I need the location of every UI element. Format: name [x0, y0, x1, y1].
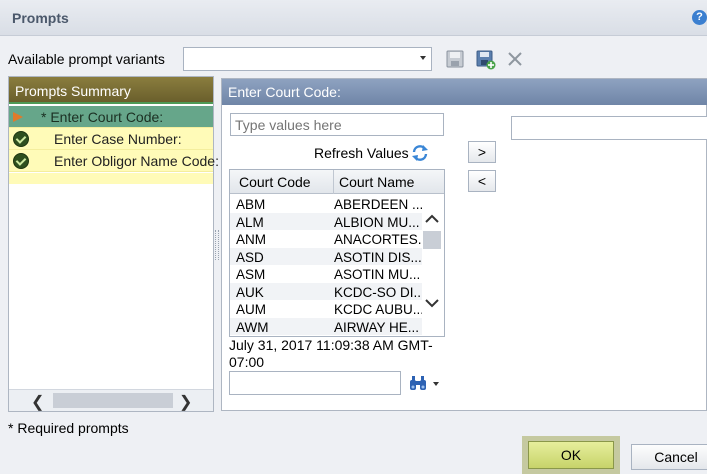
summary-item-case-number[interactable]: Enter Case Number: [9, 128, 213, 150]
table-row[interactable]: ASD ASOTIN DIS... [230, 247, 422, 265]
cell-court-name: ALBION MU... [334, 214, 420, 230]
table-row[interactable]: ASM ASOTIN MU... [230, 265, 422, 283]
search-input[interactable] [230, 113, 444, 136]
chevron-down-icon [420, 56, 426, 60]
column-divider [333, 170, 334, 194]
table-row[interactable]: ABM ABERDEEN ... [230, 195, 424, 213]
cell-court-name: KCDC AUBU... [334, 302, 425, 317]
window-title: Prompts [12, 10, 69, 26]
variants-label: Available prompt variants [8, 51, 165, 67]
scroll-thumb[interactable] [53, 393, 173, 408]
chevron-up-icon[interactable] [425, 214, 439, 224]
cell-court-name: AIRWAY HE... [334, 319, 420, 335]
summary-item-court-code[interactable]: * Enter Court Code: [9, 106, 213, 128]
scroll-right-icon[interactable]: ❯ [179, 392, 192, 412]
summary-item-label: Enter Obligor Name Code: [54, 153, 219, 169]
cell-court-name: ANACORTES... [334, 232, 430, 247]
cell-court-code: ASM [236, 267, 266, 282]
summary-spacer [9, 173, 213, 184]
remove-selected-button[interactable]: < [468, 170, 496, 192]
table-row[interactable]: AUK KCDC-SO DI... [230, 282, 425, 300]
binoculars-icon[interactable] [409, 375, 427, 391]
table-row[interactable]: ANM ANACORTES... [230, 230, 429, 248]
help-icon[interactable]: ? [692, 10, 707, 25]
refresh-values-label[interactable]: Refresh Values [314, 145, 409, 161]
selected-values-box[interactable] [511, 116, 707, 140]
ok-button[interactable]: OK [528, 441, 614, 469]
prompts-summary-panel: Prompts Summary * Enter Court Code: Ente… [8, 76, 219, 412]
cell-court-code: ALM [236, 214, 264, 230]
panel-splitter[interactable] [215, 230, 219, 260]
table-row[interactable]: AUM KCDC AUBU... [230, 300, 425, 318]
save-as-icon[interactable] [474, 48, 496, 70]
arrow-right-icon [13, 112, 23, 122]
court-header: Enter Court Code: [222, 79, 707, 105]
table-header: Court Code Court Name [230, 170, 444, 194]
summary-header: Prompts Summary [9, 77, 213, 104]
search-options-chevron-icon[interactable] [433, 382, 439, 386]
cell-court-code: AWM [236, 319, 269, 335]
cell-court-code: AUK [236, 284, 264, 300]
check-icon [13, 153, 29, 169]
court-code-panel: Enter Court Code: Refresh Values > < Cou… [221, 78, 707, 411]
court-code-table: Court Code Court Name ABM ABERDEEN ... A… [229, 169, 445, 337]
refresh-icon[interactable] [410, 143, 430, 163]
cell-court-name: ASOTIN MU... [334, 267, 421, 282]
chevron-down-icon[interactable] [425, 298, 439, 308]
scroll-left-icon[interactable]: ❮ [31, 392, 44, 412]
timestamp: July 31, 2017 11:09:38 AM GMT-07:00 [229, 337, 433, 370]
cell-court-name: ABERDEEN ... [334, 197, 424, 212]
add-selected-button[interactable]: > [468, 141, 496, 163]
cell-court-name: KCDC-SO DI... [334, 284, 425, 300]
save-icon[interactable] [444, 48, 466, 70]
filter-input[interactable] [229, 371, 401, 395]
title-bar [0, 0, 707, 36]
column-header-court-code[interactable]: Court Code [239, 174, 311, 190]
variants-select[interactable] [183, 47, 432, 71]
vertical-scrollbar[interactable] [422, 194, 444, 336]
table-row[interactable]: ALM ALBION MU... [230, 212, 422, 230]
cancel-button[interactable]: Cancel [631, 444, 707, 470]
table-row[interactable]: AWM AIRWAY HE... [230, 317, 422, 335]
required-prompts-note: * Required prompts [8, 420, 129, 436]
cell-court-code: AUM [236, 302, 266, 317]
cell-court-code: ASD [236, 249, 264, 265]
delete-icon[interactable] [504, 48, 526, 70]
cell-court-name: ASOTIN DIS... [334, 249, 422, 265]
cell-court-code: ANM [236, 232, 266, 247]
column-header-court-name[interactable]: Court Name [339, 174, 414, 190]
summary-item-label: Enter Case Number: [54, 131, 182, 147]
check-icon [13, 131, 29, 147]
horizontal-scrollbar[interactable]: ❮ ❯ [9, 389, 213, 411]
scroll-thumb[interactable] [423, 231, 441, 249]
cell-court-code: ABM [236, 197, 266, 212]
summary-item-obligor-name-code[interactable]: Enter Obligor Name Code: [9, 150, 219, 172]
summary-item-label: * Enter Court Code: [41, 109, 164, 125]
